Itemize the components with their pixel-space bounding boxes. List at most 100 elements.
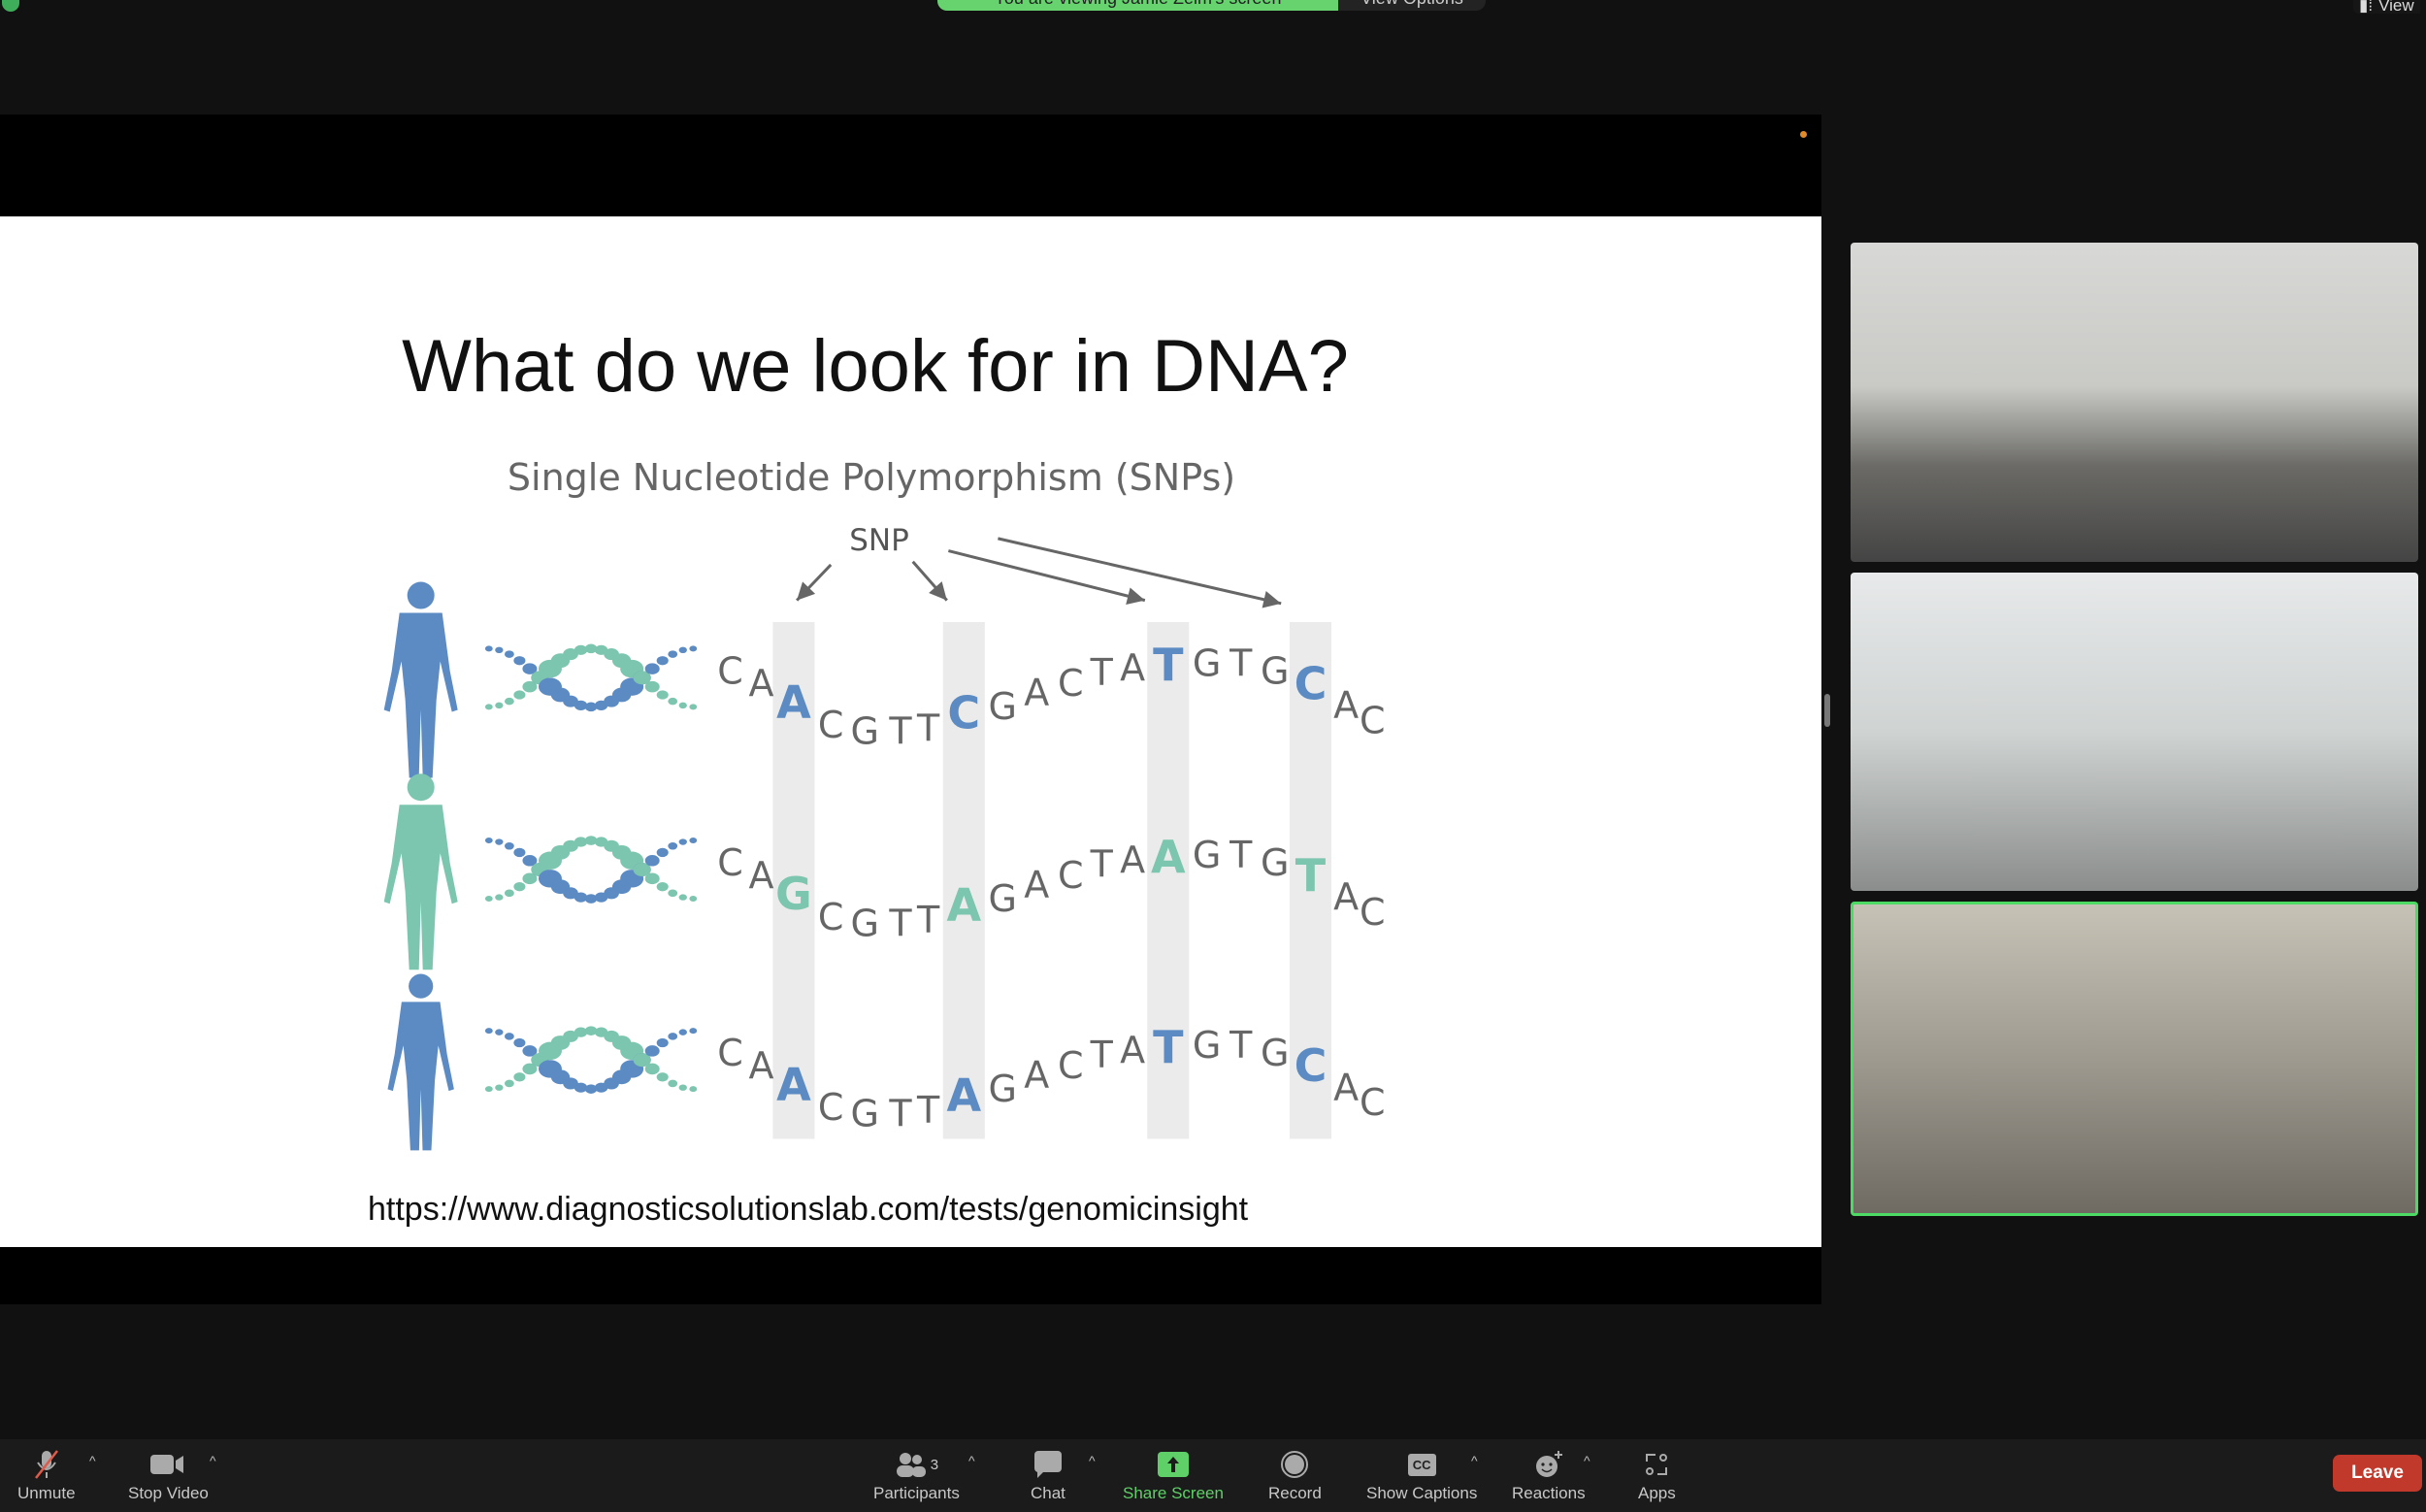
dna-helix-icon: [484, 1026, 698, 1094]
dna-sequence: CAACGTTCGACTATGTGCAC: [717, 639, 1385, 752]
dna-base: T: [1229, 641, 1253, 684]
participant-video-classroom[interactable]: [1851, 243, 2418, 562]
unmute-button[interactable]: Unmute: [17, 1449, 76, 1503]
chat-options-caret[interactable]: ^: [1089, 1453, 1096, 1468]
chat-button[interactable]: Chat: [1031, 1449, 1065, 1503]
dna-sequence: CAGCGTTAGACTAAGTGTAC: [717, 831, 1385, 944]
leave-button[interactable]: Leave: [2333, 1455, 2422, 1492]
security-shield-icon[interactable]: [2, 0, 19, 12]
dna-base: T: [1090, 843, 1114, 886]
snp-base: C: [1295, 657, 1328, 709]
dna-base: C: [818, 896, 844, 938]
reactions-label: Reactions: [1512, 1484, 1586, 1502]
resize-handle[interactable]: [1824, 694, 1830, 727]
snp-arrow: [948, 549, 1146, 603]
snp-base: A: [776, 675, 811, 728]
dna-base: G: [1193, 834, 1221, 876]
reactions-button[interactable]: Reactions: [1512, 1449, 1586, 1503]
dna-base: G: [851, 1092, 879, 1134]
dna-base: A: [1024, 672, 1049, 714]
dna-base: C: [1058, 1044, 1084, 1087]
dna-base: T: [916, 899, 940, 941]
video-camera-icon: [150, 1449, 185, 1480]
dna-base: A: [1024, 863, 1049, 905]
presentation-slide: What do we look for in DNA? Single Nucle…: [0, 216, 1821, 1247]
audio-options-caret[interactable]: ^: [89, 1453, 96, 1468]
view-options-label: View Options: [1361, 0, 1463, 8]
dna-base: C: [1058, 854, 1084, 897]
slide-url[interactable]: https://www.diagnosticsolutionslab.com/t…: [368, 1191, 1249, 1228]
participants-options-caret[interactable]: ^: [968, 1453, 975, 1468]
recording-indicator-dot: [1800, 131, 1807, 138]
snp-base: T: [1295, 849, 1327, 902]
dna-base: C: [1360, 1081, 1386, 1124]
dna-base: T: [916, 707, 940, 749]
grid-view-icon: ▮⁞: [2359, 0, 2374, 15]
arrow-head: [1262, 591, 1282, 608]
dna-base: C: [818, 1086, 844, 1129]
record-icon: [1280, 1449, 1309, 1480]
dna-base: A: [748, 854, 773, 897]
stop-video-label: Stop Video: [128, 1484, 209, 1502]
viewing-screen-banner: You are viewing Jamie Zelm's screen: [937, 0, 1338, 11]
share-screen-label: Share Screen: [1123, 1484, 1224, 1502]
captions-options-caret[interactable]: ^: [1471, 1453, 1478, 1468]
dna-base: T: [1090, 1034, 1114, 1076]
dna-base: C: [717, 649, 743, 692]
dna-base: A: [1120, 1029, 1145, 1071]
dna-base: A: [1024, 1054, 1049, 1097]
record-button[interactable]: Record: [1268, 1449, 1322, 1503]
show-captions-button[interactable]: CC Show Captions: [1366, 1449, 1477, 1503]
dna-base: T: [888, 1092, 912, 1134]
snp-base: T: [1153, 639, 1184, 691]
dna-base: A: [1333, 683, 1359, 726]
participants-button[interactable]: 3 Participants: [873, 1449, 960, 1503]
dna-base: C: [1058, 662, 1084, 705]
apps-label: Apps: [1638, 1484, 1676, 1502]
dna-base: A: [1333, 875, 1359, 918]
dna-base: G: [988, 1068, 1016, 1110]
dna-base: G: [1261, 649, 1289, 692]
dna-helix-icon: [484, 643, 698, 712]
snp-arrow: [998, 537, 1282, 606]
dna-base: C: [818, 704, 844, 746]
dna-base: A: [748, 662, 773, 705]
share-screen-icon: [1157, 1449, 1190, 1480]
snp-base: C: [947, 687, 980, 740]
arrow-head: [1126, 587, 1145, 605]
dna-base: G: [988, 685, 1016, 728]
dna-base: G: [1261, 1032, 1289, 1074]
participant-video-active-speaker[interactable]: [1851, 902, 2418, 1216]
dna-base: T: [916, 1089, 940, 1132]
show-captions-label: Show Captions: [1366, 1484, 1478, 1502]
participant-video-presenter[interactable]: [1851, 573, 2418, 891]
dna-base: C: [717, 1032, 743, 1074]
dna-base: C: [1360, 699, 1386, 741]
human-silhouette-icon: [387, 973, 454, 1151]
view-options-button[interactable]: View Options: [1338, 0, 1486, 11]
snp-base: C: [1295, 1039, 1328, 1092]
dna-base: C: [1360, 891, 1386, 934]
dna-base: T: [1090, 651, 1114, 694]
dna-base: G: [988, 877, 1016, 920]
dna-base: C: [717, 841, 743, 884]
view-button[interactable]: ▮⁞ View: [2353, 0, 2420, 14]
video-options-caret[interactable]: ^: [210, 1453, 216, 1468]
participants-label: Participants: [873, 1484, 960, 1502]
dna-helix-icon: [484, 836, 698, 904]
dna-base: A: [1333, 1066, 1359, 1108]
slide-graphic: What do we look for in DNA? Single Nucle…: [368, 325, 1386, 1228]
dna-base: T: [1229, 834, 1253, 876]
apps-button[interactable]: Apps: [1638, 1449, 1676, 1503]
cc-text: CC: [1407, 1453, 1436, 1476]
reactions-options-caret[interactable]: ^: [1584, 1453, 1590, 1468]
dna-base: T: [888, 902, 912, 944]
unmute-label: Unmute: [17, 1484, 76, 1502]
snp-label: SNP: [849, 523, 909, 558]
stop-video-button[interactable]: Stop Video: [128, 1449, 209, 1503]
snp-base: A: [947, 1068, 982, 1121]
meeting-toolbar: Unmute ^ Stop Video ^ 3 Participants ^ C…: [0, 1439, 2426, 1512]
dna-base: A: [1120, 838, 1145, 881]
share-screen-button[interactable]: Share Screen: [1123, 1449, 1224, 1503]
dna-sequence: CAACGTTAGACTATGTGCAC: [717, 1021, 1385, 1134]
